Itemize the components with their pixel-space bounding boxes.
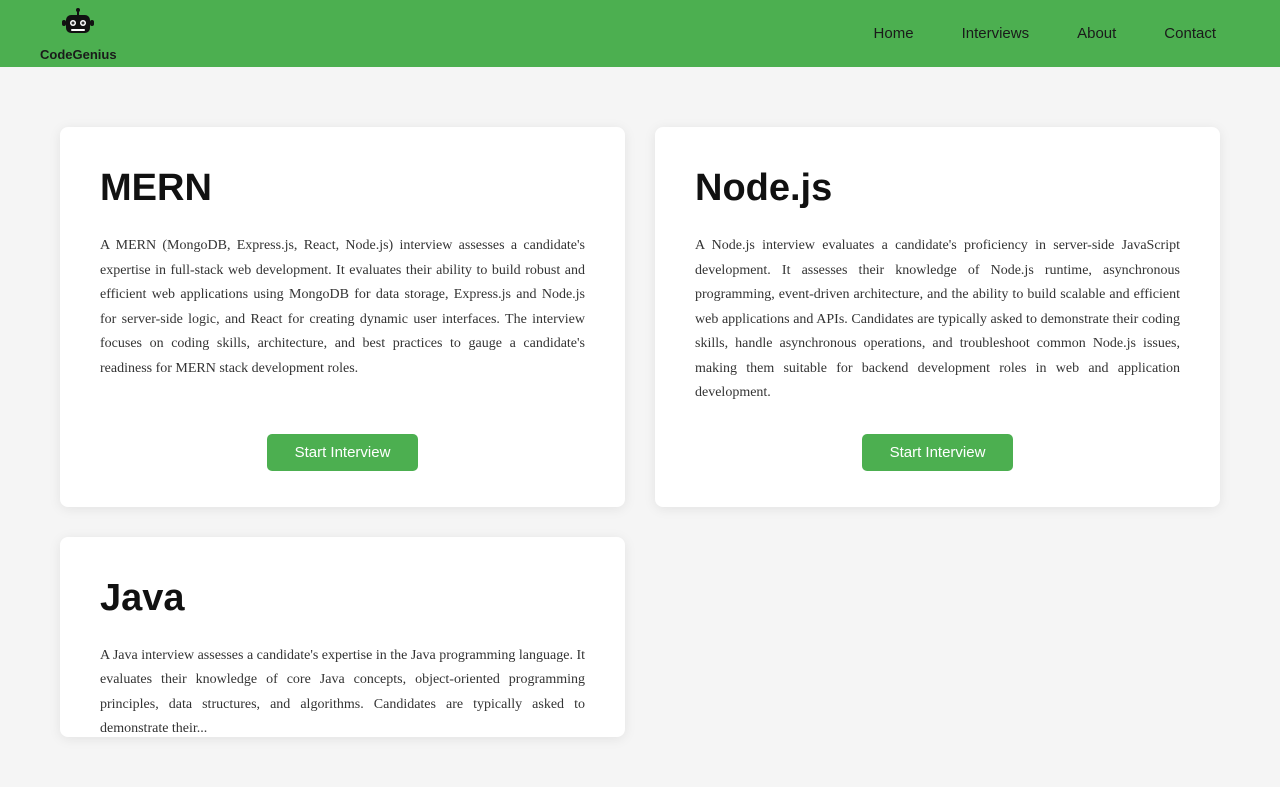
nav-contact[interactable]: Contact	[1140, 0, 1240, 67]
nav-interviews[interactable]: Interviews	[938, 0, 1054, 67]
mern-title: MERN	[100, 167, 212, 210]
navbar: CodeGenius Home Interviews About Contact	[0, 0, 1280, 67]
nav-about[interactable]: About	[1053, 0, 1140, 67]
nodejs-title: Node.js	[695, 167, 832, 210]
brand-name: CodeGenius	[40, 47, 117, 62]
nodejs-card: Node.js A Node.js interview evaluates a …	[655, 127, 1220, 507]
mern-description: A MERN (MongoDB, Express.js, React, Node…	[100, 234, 585, 406]
cards-grid: MERN A MERN (MongoDB, Express.js, React,…	[60, 127, 1220, 737]
mern-start-button[interactable]: Start Interview	[267, 434, 419, 471]
java-description: A Java interview assesses a candidate's …	[100, 644, 585, 737]
navbar-links: Home Interviews About Contact	[850, 0, 1240, 67]
codegenius-icon	[58, 5, 98, 45]
java-title: Java	[100, 577, 185, 620]
java-card: Java A Java interview assesses a candida…	[60, 537, 625, 737]
brand-logo[interactable]: CodeGenius	[40, 5, 117, 62]
mern-card-footer: Start Interview	[100, 434, 585, 471]
nodejs-start-button[interactable]: Start Interview	[862, 434, 1014, 471]
main-content: MERN A MERN (MongoDB, Express.js, React,…	[0, 67, 1280, 777]
mern-card: MERN A MERN (MongoDB, Express.js, React,…	[60, 127, 625, 507]
nodejs-description: A Node.js interview evaluates a candidat…	[695, 234, 1180, 406]
nodejs-card-footer: Start Interview	[695, 434, 1180, 471]
nav-home[interactable]: Home	[850, 0, 938, 67]
